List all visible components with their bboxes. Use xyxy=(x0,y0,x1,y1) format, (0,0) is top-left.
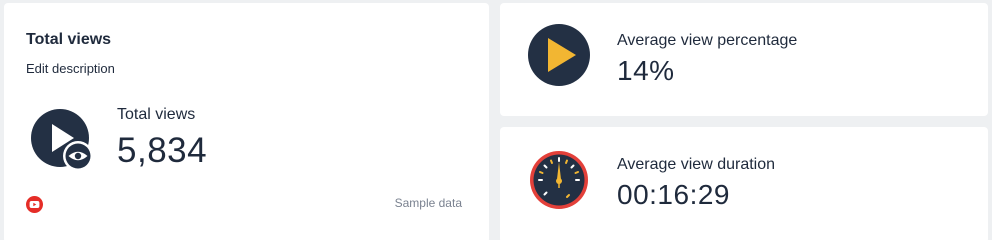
play-icon xyxy=(528,24,590,86)
video-views-icon xyxy=(31,109,93,171)
metric-label: Total views xyxy=(117,106,196,123)
metric-value: 5,834 xyxy=(117,131,208,170)
metric-label: Average view duration xyxy=(617,156,776,173)
sample-data-label: Sample data xyxy=(394,196,462,210)
youtube-icon xyxy=(26,196,43,213)
gauge-icon xyxy=(530,151,588,209)
avg-view-duration-card: Average view duration 00:16:29 xyxy=(500,127,988,240)
metric-value: 00:16:29 xyxy=(617,179,730,210)
metric-label: Average view percentage xyxy=(617,32,798,49)
card-title: Total views xyxy=(26,31,112,48)
edit-description-link[interactable]: Edit description xyxy=(26,61,115,76)
total-views-card: Total views Edit description Total views… xyxy=(4,3,489,240)
metric-value: 14% xyxy=(617,55,675,86)
avg-view-percentage-card: Average view percentage 14% xyxy=(500,3,988,116)
